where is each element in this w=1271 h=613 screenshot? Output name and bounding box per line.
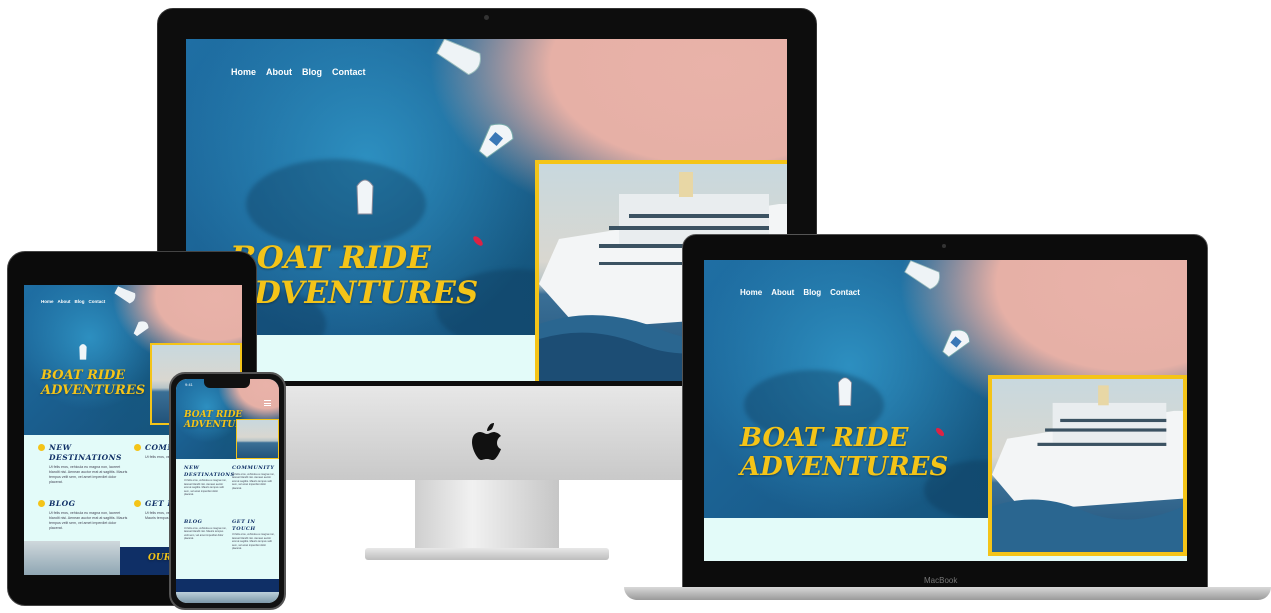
nav-about[interactable]: About <box>58 299 71 304</box>
phone-section-destinations: NEW DESTINATIONS Ut felis eros, vehicula… <box>184 465 235 497</box>
nav-home[interactable]: Home <box>41 299 54 304</box>
hamburger-menu-icon[interactable] <box>264 400 271 406</box>
cruise-ship-photo <box>237 420 278 458</box>
boat-icon <box>904 260 940 290</box>
phone-ship-frame <box>236 419 279 459</box>
nav-contact[interactable]: Contact <box>89 299 106 304</box>
nav-blog[interactable]: Blog <box>75 299 85 304</box>
tablet-section-destinations: NEW DESTINATIONS Ut felis eros, vehicula… <box>38 443 128 485</box>
macbook-ship-frame <box>988 375 1187 556</box>
imac-nav: Home About Blog Contact <box>231 67 366 77</box>
section-text: Ut felis eros, vehicula eu magna non, la… <box>232 472 275 490</box>
phone-section-blog: BLOG Ut felis eros, vehicula eu magna no… <box>184 519 228 541</box>
phone-device: 9:41 BOAT RIDE ADVENTURES NEW DESTINATIO… <box>169 372 286 610</box>
tablet-footer-heading: OUR <box>148 553 172 563</box>
phone-status-time: 9:41 <box>185 382 193 387</box>
boat-icon <box>942 329 971 358</box>
macbook-device: Home About Blog Contact BOAT RIDE ADVENT… <box>624 234 1271 604</box>
phone-section-community: COMMUNITY Ut felis eros, vehicula eu mag… <box>232 465 276 490</box>
cruise-ship-photo <box>992 379 1183 552</box>
location-pin-icon <box>38 444 45 451</box>
phone-footer-band <box>176 579 279 592</box>
macbook-screen: Home About Blog Contact BOAT RIDE ADVENT… <box>704 260 1187 561</box>
cruise-ship-illustration <box>992 385 1183 552</box>
macbook-base <box>624 587 1271 600</box>
section-text: Ut felis eros, vehicula eu magna non, la… <box>49 465 128 484</box>
boat-icon <box>838 377 852 406</box>
blog-icon <box>38 500 45 507</box>
imac-stand <box>415 480 559 554</box>
contact-icon <box>134 500 141 507</box>
nav-about[interactable]: About <box>771 288 794 297</box>
macbook-brand: MacBook <box>924 576 958 585</box>
imac-hero-title: BOAT RIDE ADVENTURES <box>230 240 479 311</box>
camera-icon <box>942 244 946 248</box>
nav-blog[interactable]: Blog <box>302 67 322 77</box>
boat-icon <box>79 344 87 360</box>
nav-home[interactable]: Home <box>740 288 762 297</box>
boat-icon <box>356 179 374 215</box>
section-title: BLOG <box>184 519 203 525</box>
tablet-hero-title: BOAT RIDE ADVENTURES <box>41 368 146 398</box>
nav-blog[interactable]: Blog <box>803 288 821 297</box>
phone-hero: 9:41 BOAT RIDE ADVENTURES <box>176 379 279 459</box>
boat-icon <box>133 321 149 337</box>
imac-base <box>365 548 609 560</box>
boat-icon <box>478 123 514 159</box>
boat-icon <box>436 39 481 75</box>
section-text: Ut felis eros, vehicula eu magna non, la… <box>184 479 227 497</box>
phone-footer-photo <box>176 592 279 603</box>
community-icon <box>134 444 141 451</box>
nav-contact[interactable]: Contact <box>830 288 860 297</box>
nav-contact[interactable]: Contact <box>332 67 366 77</box>
phone-screen: 9:41 BOAT RIDE ADVENTURES NEW DESTINATIO… <box>176 379 279 603</box>
phone-notch <box>204 379 250 388</box>
nav-about[interactable]: About <box>266 67 292 77</box>
tablet-footer-photo <box>24 541 120 575</box>
section-title: BLOG <box>49 499 76 508</box>
section-title: TOUCH <box>232 525 256 532</box>
boat-icon <box>114 286 136 304</box>
section-text: Ut felis eros, vehicula eu magna non, la… <box>184 526 227 541</box>
section-title: NEW <box>49 443 72 452</box>
camera-icon <box>484 15 489 20</box>
tablet-section-blog: BLOG Ut felis eros, vehicula eu magna no… <box>38 499 128 531</box>
section-text: Ut felis eros, vehicula eu magna non, la… <box>232 533 275 551</box>
tablet-nav: Home About Blog Contact <box>41 299 105 304</box>
section-title: DESTINATIONS <box>49 453 122 462</box>
macbook-hero-title: BOAT RIDE ADVENTURES <box>740 423 949 483</box>
apple-logo-icon <box>472 423 501 460</box>
nav-home[interactable]: Home <box>231 67 256 77</box>
phone-section-contact: GET IN TOUCH Ut felis eros, vehicula eu … <box>232 519 276 551</box>
section-title: COMMUNITY <box>232 465 275 471</box>
macbook-nav: Home About Blog Contact <box>740 288 860 297</box>
section-text: Ut felis eros, vehicula eu magna non, la… <box>49 511 128 530</box>
section-title: DESTINATIONS <box>184 471 235 478</box>
